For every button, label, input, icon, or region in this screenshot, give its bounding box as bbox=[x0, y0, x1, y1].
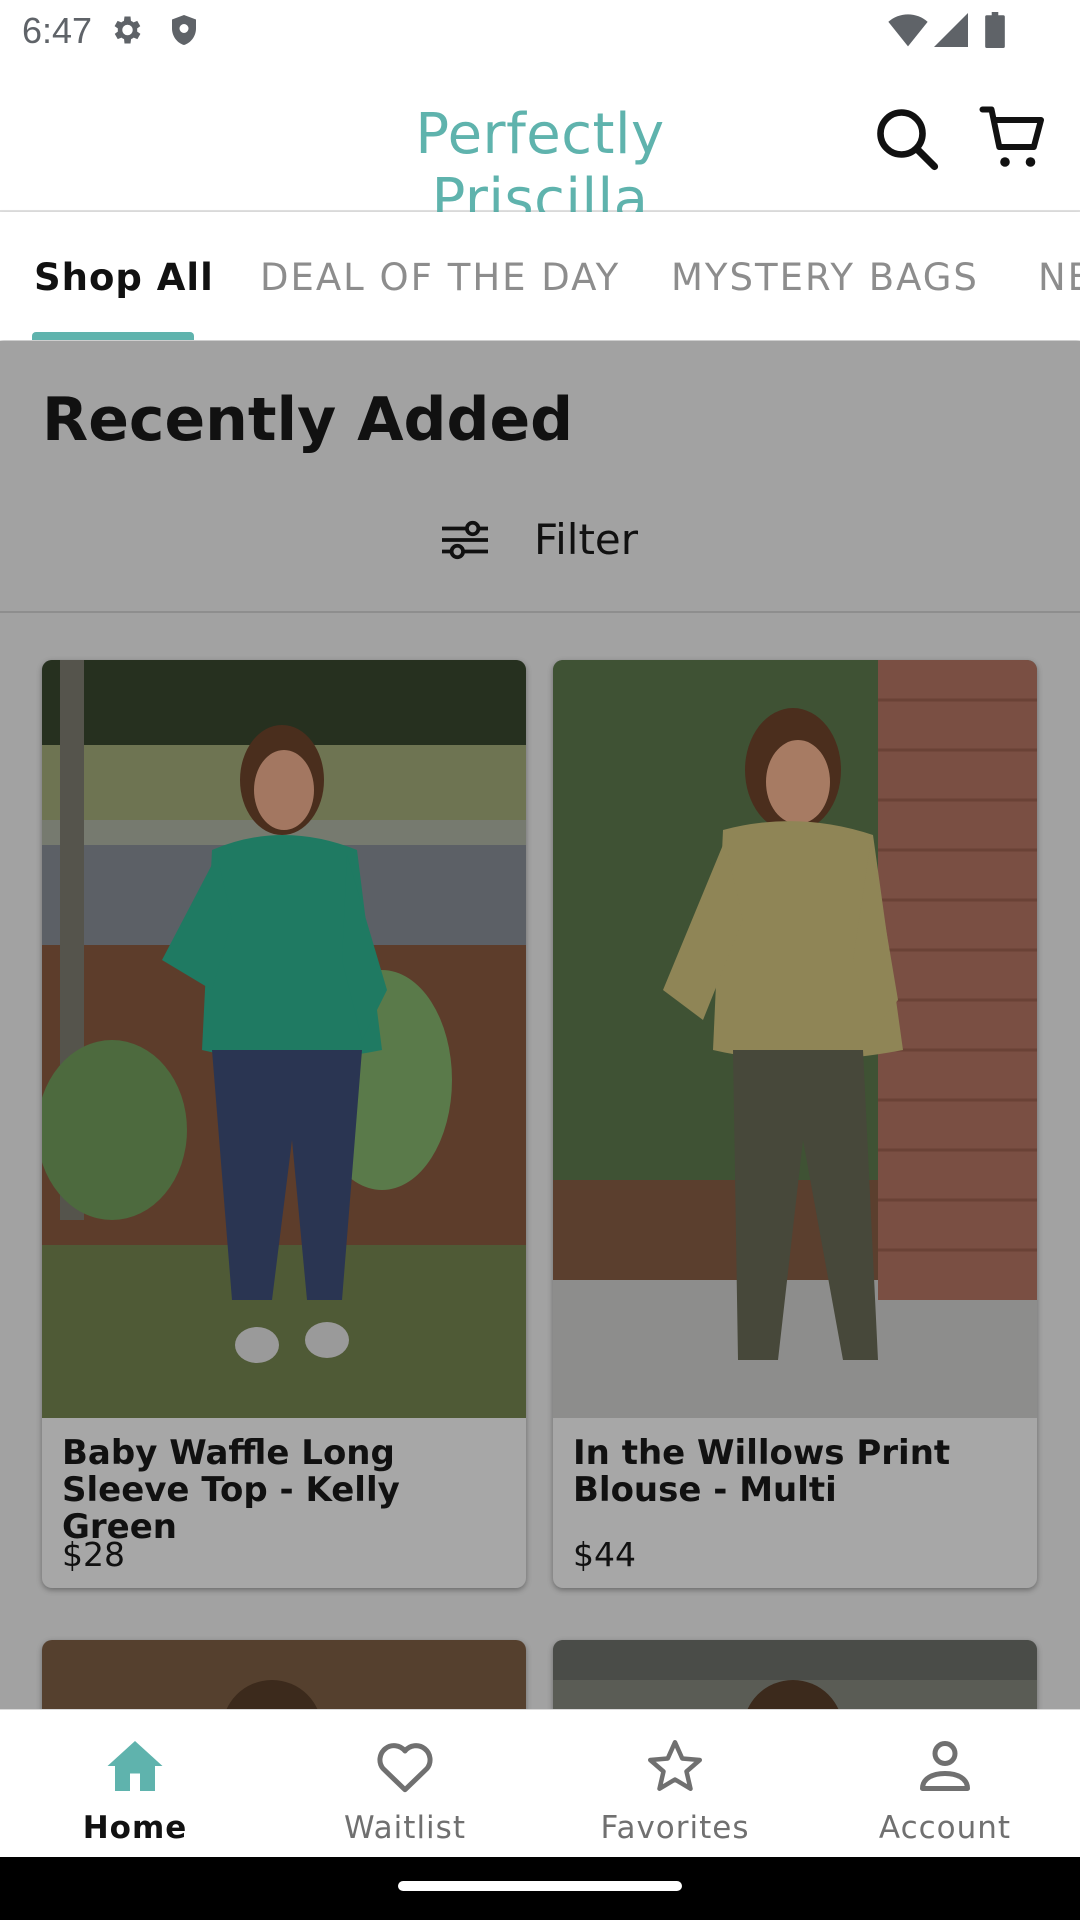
product-price: $28 bbox=[62, 1535, 125, 1574]
status-bar: 6:47 bbox=[0, 0, 1080, 62]
active-tab-indicator bbox=[32, 332, 194, 340]
product-title: Baby Waffle Long Sleeve Top - Kelly Gree… bbox=[62, 1433, 400, 1547]
status-time: 6:47 bbox=[22, 10, 93, 51]
nav-favorites[interactable]: Favorites bbox=[540, 1710, 810, 1858]
search-icon[interactable] bbox=[870, 102, 942, 174]
product-card[interactable]: In the Willows Print Blouse - Multi $44 bbox=[553, 660, 1037, 1588]
sliders-icon bbox=[442, 520, 488, 560]
category-tabs: Shop All DEAL OF THE DAY MYSTERY BAGS NE bbox=[0, 212, 1080, 340]
home-icon bbox=[107, 1741, 163, 1791]
content-area: Recently Added Filter Baby Waffle Long S… bbox=[0, 341, 1080, 1709]
tab-deal-of-the-day[interactable]: DEAL OF THE DAY bbox=[260, 256, 620, 299]
tab-mystery-bags[interactable]: MYSTERY BAGS bbox=[671, 256, 979, 299]
nav-waitlist[interactable]: Waitlist bbox=[270, 1710, 540, 1858]
app-header: Perfectly Priscilla bbox=[0, 62, 1080, 232]
tab-new[interactable]: NE bbox=[1038, 256, 1080, 299]
nav-home[interactable]: Home bbox=[0, 1710, 270, 1858]
wifi-icon bbox=[888, 14, 928, 47]
product-photo bbox=[553, 1640, 1037, 1709]
battery-icon bbox=[985, 12, 1005, 48]
nav-label: Waitlist bbox=[344, 1810, 466, 1846]
section-title: Recently Added bbox=[42, 385, 574, 455]
product-card[interactable]: Baby Waffle Long Sleeve Top - Kelly Gree… bbox=[42, 660, 526, 1588]
product-photo-print-blouse bbox=[553, 660, 1037, 1418]
gear-icon bbox=[114, 16, 141, 44]
nav-account[interactable]: Account bbox=[810, 1710, 1080, 1858]
tab-shop-all[interactable]: Shop All bbox=[34, 256, 214, 299]
nav-label: Favorites bbox=[600, 1810, 750, 1846]
cart-icon[interactable] bbox=[978, 102, 1050, 174]
person-icon bbox=[920, 1741, 970, 1791]
product-card[interactable] bbox=[553, 1640, 1037, 1709]
signal-icon bbox=[934, 13, 968, 47]
system-gesture-bar bbox=[0, 1857, 1080, 1920]
star-icon bbox=[648, 1740, 702, 1791]
product-price: $44 bbox=[573, 1535, 636, 1574]
shield-icon bbox=[172, 15, 196, 45]
home-gesture-handle[interactable] bbox=[398, 1881, 682, 1891]
filter-label: Filter bbox=[534, 515, 639, 564]
filter-button[interactable]: Filter bbox=[0, 481, 1080, 613]
product-photo-green-top bbox=[42, 660, 526, 1418]
nav-label: Account bbox=[878, 1810, 1012, 1846]
product-title: In the Willows Print Blouse - Multi bbox=[573, 1433, 951, 1510]
product-photo bbox=[42, 1640, 526, 1709]
nav-label: Home bbox=[82, 1810, 188, 1846]
product-card[interactable] bbox=[42, 1640, 526, 1709]
bottom-navigation: Home Waitlist Favorites Account bbox=[0, 1709, 1080, 1858]
heart-icon bbox=[377, 1743, 433, 1793]
